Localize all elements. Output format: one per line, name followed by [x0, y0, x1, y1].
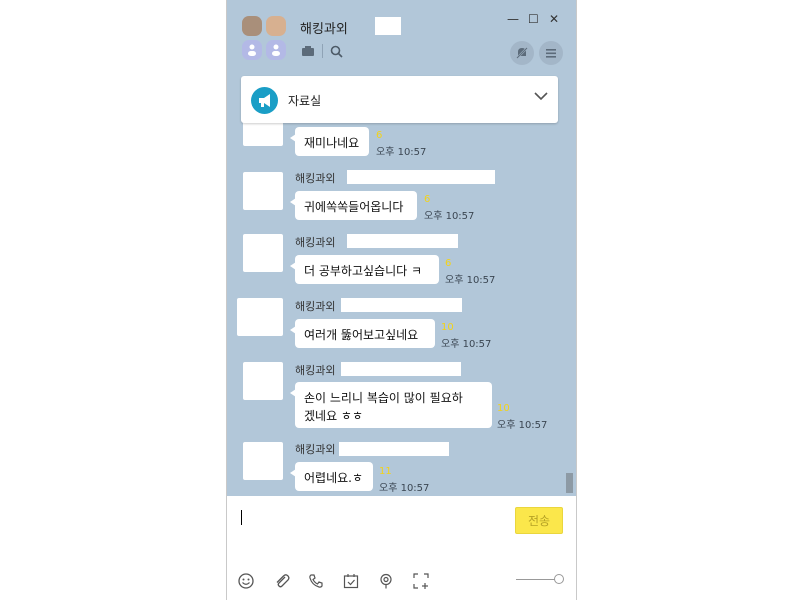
phone-icon[interactable]: [307, 572, 325, 590]
close-button[interactable]: ✕: [549, 12, 559, 26]
scrollbar[interactable]: [566, 473, 573, 493]
sender-name: 해킹과외: [295, 236, 336, 249]
emoji-icon[interactable]: [237, 572, 255, 590]
sender-avatar[interactable]: [243, 362, 283, 400]
message-bubble[interactable]: 어렵네요.ㅎ: [290, 462, 373, 491]
folder-icon[interactable]: [302, 46, 314, 60]
chat-window: 해킹과외 — ☐ ✕ · · · 재미나네요 6 오후 10:57 해킹과외: [226, 0, 577, 600]
member-avatar: [242, 40, 262, 60]
maximize-button[interactable]: ☐: [528, 12, 539, 26]
message-bubble[interactable]: 손이 느리니 복습이 많이 필요하 겠네요 ㅎㅎ: [290, 382, 492, 428]
unread-count: 6: [445, 258, 452, 269]
redacted-name: [347, 234, 458, 248]
location-pin-icon[interactable]: [377, 572, 395, 590]
notice-banner[interactable]: 자료실: [241, 76, 558, 123]
sender-avatar[interactable]: [243, 172, 283, 210]
megaphone-icon: [251, 87, 278, 114]
unread-count: 6: [424, 194, 431, 205]
search-icon[interactable]: [330, 45, 343, 62]
calendar-check-icon[interactable]: [342, 572, 360, 590]
message-bubble[interactable]: 재미나네요: [290, 127, 369, 156]
redacted-name: [341, 362, 461, 376]
unread-count: 10: [497, 403, 510, 414]
member-avatar: [266, 40, 286, 60]
notice-title: 자료실: [288, 94, 322, 108]
message-time: 오후 10:57: [497, 420, 548, 431]
minimize-button[interactable]: —: [507, 12, 519, 26]
chat-header: 해킹과외 — ☐ ✕: [227, 0, 576, 74]
redacted-name: [347, 170, 495, 184]
chevron-down-icon[interactable]: [534, 91, 548, 101]
redacted-name: [339, 442, 449, 456]
message-time: 오후 10:57: [379, 483, 430, 494]
capture-icon[interactable]: [412, 572, 430, 590]
send-button[interactable]: 전송: [515, 507, 563, 534]
message-line: 겠네요 ㅎㅎ: [304, 409, 364, 423]
divider: [322, 44, 323, 58]
sender-avatar[interactable]: [237, 298, 283, 336]
opacity-slider-knob[interactable]: [554, 574, 564, 584]
message-bubble[interactable]: 귀에쏙쏙들어옵니다: [290, 191, 417, 220]
message-time: 오후 10:57: [424, 211, 475, 222]
message-time: 오후 10:57: [445, 275, 496, 286]
unread-count: 10: [441, 322, 454, 333]
redacted-title: [375, 17, 401, 35]
sender-name: 해킹과외: [295, 300, 336, 313]
message-time: 오후 10:57: [376, 147, 427, 158]
chat-title: 해킹과외: [300, 22, 348, 37]
member-avatar: [242, 16, 262, 36]
group-avatar[interactable]: [242, 16, 292, 62]
unread-count: 11: [379, 466, 392, 477]
message-time: 오후 10:57: [441, 339, 492, 350]
mute-bell-icon[interactable]: [510, 41, 534, 65]
message-line: 손이 느리니 복습이 많이 필요하: [304, 391, 463, 405]
member-avatar: [266, 16, 286, 36]
message-bubble[interactable]: 여러개 뚫어보고싶네요: [290, 319, 435, 348]
text-cursor: [241, 510, 242, 525]
message-list[interactable]: · · · 재미나네요 6 오후 10:57 해킹과외 귀에쏙쏙들어옵니다 6 …: [227, 74, 576, 496]
message-input-area[interactable]: 전송: [227, 496, 576, 600]
redacted-name: [341, 298, 462, 312]
sender-name: 해킹과외: [295, 364, 336, 377]
message-bubble[interactable]: 더 공부하고싶습니다 ㅋ: [290, 255, 439, 284]
menu-icon[interactable]: [539, 41, 563, 65]
sender-avatar[interactable]: [243, 234, 283, 272]
opacity-slider-track[interactable]: [516, 579, 558, 580]
paperclip-icon[interactable]: [273, 572, 291, 590]
sender-name: 해킹과외: [295, 443, 336, 456]
sender-name: 해킹과외: [295, 172, 336, 185]
unread-count: 6: [376, 130, 383, 141]
sender-avatar[interactable]: [243, 442, 283, 480]
